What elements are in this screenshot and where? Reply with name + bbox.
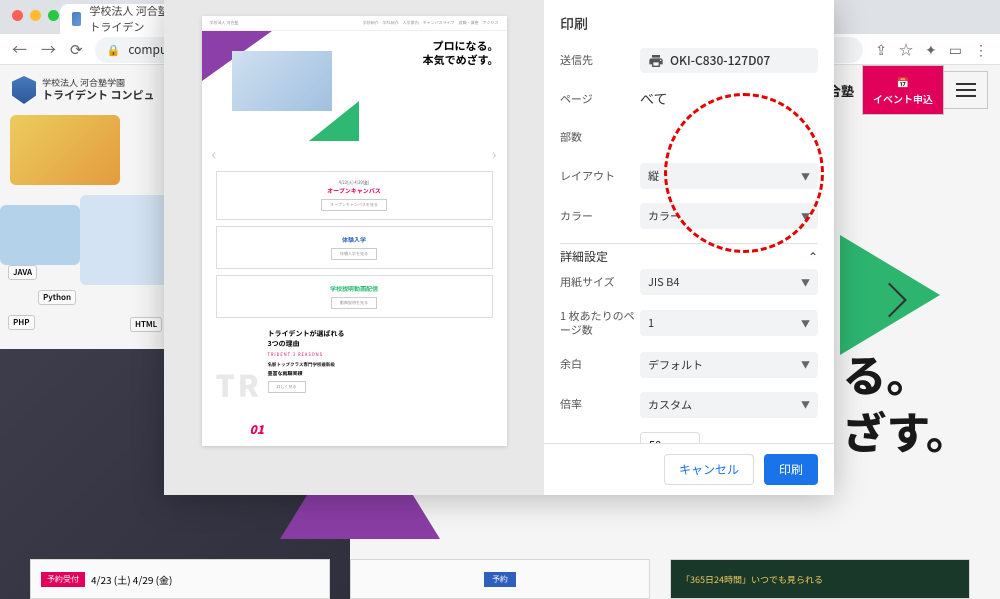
print-button[interactable]: 印刷 (764, 454, 818, 485)
paper-size-dropdown[interactable]: JIS B4▼ (640, 269, 818, 295)
pages-value: べて (640, 89, 818, 109)
chevron-down-icon: ▼ (801, 210, 810, 223)
pages-per-sheet-dropdown[interactable]: 1▼ (640, 310, 818, 336)
scale-label: 倍率 (560, 397, 640, 411)
margins-dropdown[interactable]: デフォルト▼ (640, 352, 818, 378)
lock-icon: 🔒 (107, 42, 121, 58)
color-dropdown[interactable]: カラー▼ (640, 203, 818, 229)
print-settings-pane: 印刷 送信先 OKI-C830-127D07 ページ べて 部数 (544, 0, 834, 495)
print-title: 印刷 (560, 14, 818, 34)
nav-controls: ← → ⟳ (12, 39, 83, 60)
app-icon[interactable]: ▭ (949, 40, 962, 60)
chevron-down-icon: ▼ (801, 170, 810, 183)
page-preview: 学校法人 河合塾 学校紹介 学科紹介 入学案内 キャンパスライフ 就職・資格 ア… (202, 16, 507, 446)
extension-area: ⇪ ☆ ✦ ▭ ⋮ (875, 40, 988, 60)
print-dialog: 学校法人 河合塾 学校紹介 学科紹介 入学案内 キャンパスライフ 就職・資格 ア… (164, 0, 834, 495)
back-button[interactable]: ← (12, 39, 27, 60)
cancel-button[interactable]: キャンセル (664, 454, 754, 485)
destination-value: OKI-C830-127D07 (670, 52, 770, 69)
reload-button[interactable]: ⟳ (70, 39, 83, 60)
paper-size-label: 用紙サイズ (560, 275, 640, 289)
star-icon[interactable]: ☆ (899, 40, 913, 60)
extensions-icon[interactable]: ✦ (925, 40, 937, 60)
chevron-down-icon: ▼ (801, 317, 810, 330)
chevron-down-icon: ▼ (801, 358, 810, 371)
copies-label: 部数 (560, 130, 640, 144)
layout-label: レイアウト (560, 169, 640, 183)
chevron-down-icon: ▼ (801, 276, 810, 289)
pages-per-sheet-label: 1 枚あたりのページ数 (560, 309, 640, 338)
favicon-icon (72, 12, 81, 26)
minimize-window-button[interactable] (30, 10, 41, 21)
pages-label: ページ (560, 92, 640, 106)
window-controls (0, 0, 71, 31)
scale-dropdown[interactable]: カスタム▼ (640, 392, 818, 418)
destination-label: 送信先 (560, 53, 640, 67)
print-preview-pane[interactable]: 学校法人 河合塾 学校紹介 学科紹介 入学案内 キャンパスライフ 就職・資格 ア… (164, 0, 544, 495)
maximize-window-button[interactable] (48, 10, 59, 21)
color-label: カラー (560, 209, 640, 223)
destination-dropdown[interactable]: OKI-C830-127D07 (640, 48, 818, 73)
chevron-up-icon: ⌃ (808, 248, 818, 265)
margins-label: 余白 (560, 357, 640, 371)
chevron-down-icon: ▼ (801, 398, 810, 411)
advanced-toggle[interactable]: 詳細設定 ⌃ (560, 244, 818, 269)
scale-input[interactable] (640, 432, 700, 443)
dialog-footer: キャンセル 印刷 (544, 443, 834, 495)
layout-dropdown[interactable]: 縦▼ (640, 163, 818, 189)
menu-icon[interactable]: ⋮ (974, 40, 988, 60)
close-window-button[interactable] (12, 10, 23, 21)
forward-button[interactable]: → (41, 39, 56, 60)
printer-icon (648, 53, 664, 69)
share-icon[interactable]: ⇪ (875, 40, 887, 60)
